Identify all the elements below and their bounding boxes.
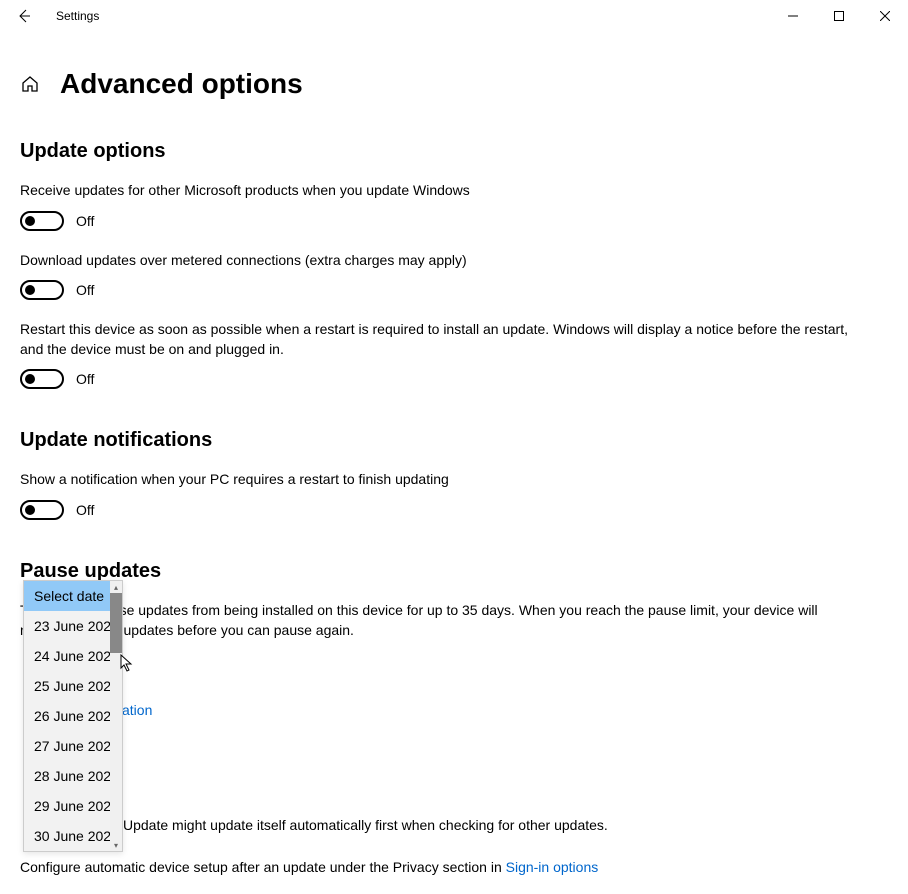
option-label: Restart this device as soon as possible … [20,320,870,359]
section-update-options-title: Update options [20,140,888,163]
toggle-knob [25,374,35,384]
scroll-up-icon[interactable]: ▴ [110,581,122,593]
toggle-knob [25,285,35,295]
page-header: Advanced options [20,68,888,100]
page-title: Advanced options [60,68,303,100]
back-arrow-icon [16,8,32,24]
privacy-config-line: Configure automatic device setup after a… [20,859,598,875]
dropdown-option[interactable]: 28 June 2021 [24,761,122,791]
toggle-state: Off [76,371,94,387]
close-icon [880,11,890,21]
maximize-button[interactable] [816,0,862,32]
option-receive-updates: Receive updates for other Microsoft prod… [20,181,888,231]
dropdown-option-select-date[interactable]: Select date [24,581,122,611]
section-pause-updates-title: Pause updates [20,560,888,583]
dropdown-scrollbar[interactable]: ▴ ▾ [110,581,122,851]
toggle-state: Off [76,502,94,518]
toggle-state: Off [76,213,94,229]
option-metered: Download updates over metered connection… [20,251,888,301]
option-label: Show a notification when your PC require… [20,470,870,490]
dropdown-option[interactable]: 24 June 2021 [24,641,122,671]
close-button[interactable] [862,0,908,32]
option-label: Receive updates for other Microsoft prod… [20,181,870,201]
dropdown-option[interactable]: 29 June 2021 [24,791,122,821]
home-icon[interactable] [20,74,40,94]
update-self-text-fragment: Update might update itself automatically… [123,817,608,833]
option-restart-asap: Restart this device as soon as possible … [20,320,888,389]
delivery-optimization-link-fragment[interactable]: ation [122,702,152,718]
toggle-knob [25,505,35,515]
toggle-receive-updates[interactable] [20,211,64,231]
option-show-notification: Show a notification when your PC require… [20,470,888,520]
maximize-icon [834,11,844,21]
minimize-button[interactable] [770,0,816,32]
scrollbar-thumb[interactable] [110,593,122,653]
toggle-show-notification[interactable] [20,500,64,520]
window-title: Settings [56,9,99,23]
back-button[interactable] [12,4,36,28]
toggle-restart-asap[interactable] [20,369,64,389]
dropdown-option[interactable]: 23 June 2021 [24,611,122,641]
option-label: Download updates over metered connection… [20,251,870,271]
scroll-down-icon[interactable]: ▾ [110,839,122,851]
toggle-metered[interactable] [20,280,64,300]
signin-options-link[interactable]: Sign-in options [506,859,599,875]
titlebar: Settings [0,0,908,32]
pause-until-dropdown[interactable]: Select date 23 June 2021 24 June 2021 25… [23,580,123,852]
privacy-config-text: Configure automatic device setup after a… [20,859,506,875]
window-controls [770,0,908,32]
dropdown-option[interactable]: 27 June 2021 [24,731,122,761]
toggle-state: Off [76,282,94,298]
toggle-knob [25,216,35,226]
dropdown-option[interactable]: 26 June 2021 [24,701,122,731]
section-update-notifications-title: Update notifications [20,429,888,452]
dropdown-option[interactable]: 25 June 2021 [24,671,122,701]
pause-updates-description: Temporarily pause updates from being ins… [20,601,840,640]
minimize-icon [788,11,798,21]
dropdown-option[interactable]: 30 June 2021 [24,821,122,851]
